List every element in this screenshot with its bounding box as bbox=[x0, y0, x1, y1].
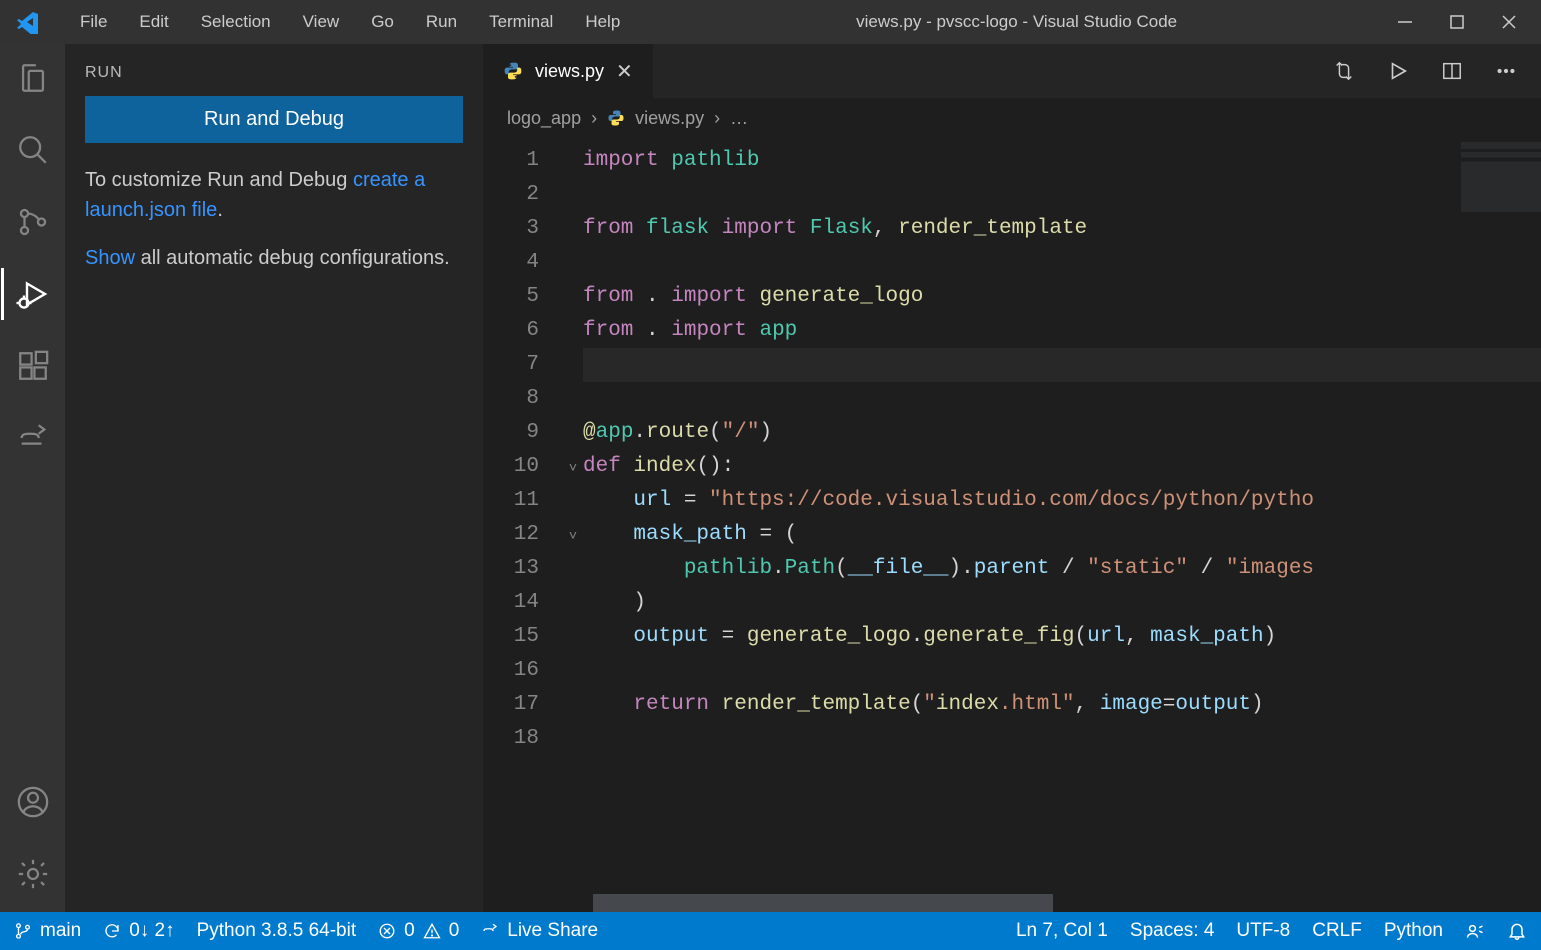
live-share-icon bbox=[481, 922, 499, 940]
status-sync-label: 0↓ 2↑ bbox=[129, 920, 174, 942]
line-numbers: 123456789101112131415161718 bbox=[483, 138, 563, 894]
menu-edit[interactable]: Edit bbox=[123, 8, 184, 36]
status-branch[interactable]: main bbox=[14, 920, 81, 942]
show-suffix: all automatic debug configurations. bbox=[135, 247, 450, 269]
branch-icon bbox=[14, 922, 32, 940]
menu-help[interactable]: Help bbox=[569, 8, 636, 36]
breadcrumb-separator-icon: › bbox=[714, 108, 720, 129]
activity-accounts[interactable] bbox=[13, 782, 53, 822]
breadcrumb-file[interactable]: views.py bbox=[635, 108, 704, 129]
warning-icon bbox=[423, 922, 441, 940]
editor-area: views.py ✕ logo_app › views.py › … 12345… bbox=[483, 44, 1541, 912]
status-indentation[interactable]: Spaces: 4 bbox=[1130, 920, 1215, 942]
split-editor-icon[interactable] bbox=[1441, 60, 1463, 82]
fold-gutter[interactable]: ˅˅ bbox=[563, 138, 583, 894]
breadcrumbs[interactable]: logo_app › views.py › … bbox=[483, 98, 1541, 138]
status-branch-label: main bbox=[40, 920, 81, 942]
status-cursor-position[interactable]: Ln 7, Col 1 bbox=[1016, 920, 1108, 942]
status-notifications[interactable] bbox=[1507, 921, 1527, 941]
horizontal-scrollbar[interactable] bbox=[483, 894, 1541, 912]
close-icon[interactable] bbox=[1501, 14, 1517, 30]
activity-source-control[interactable] bbox=[13, 202, 53, 242]
bell-icon bbox=[1507, 921, 1527, 941]
menu-terminal[interactable]: Terminal bbox=[473, 8, 569, 36]
activity-search[interactable] bbox=[13, 130, 53, 170]
show-config-text: Show all automatic debug configurations. bbox=[85, 243, 463, 273]
menu-file[interactable]: File bbox=[64, 8, 123, 36]
code-editor[interactable]: 123456789101112131415161718 ˅˅ import pa… bbox=[483, 138, 1541, 894]
show-configs-link[interactable]: Show bbox=[85, 247, 135, 269]
status-feedback[interactable] bbox=[1465, 921, 1485, 941]
breadcrumb-separator-icon: › bbox=[591, 108, 597, 129]
activity-bar bbox=[0, 44, 65, 912]
customize-text: To customize Run and Debug create a laun… bbox=[85, 165, 463, 225]
status-bar: main 0↓ 2↑ Python 3.8.5 64-bit 0 0 Live … bbox=[0, 912, 1541, 950]
tab-views-py[interactable]: views.py ✕ bbox=[483, 44, 654, 98]
breadcrumb-folder[interactable]: logo_app bbox=[507, 108, 581, 129]
sidebar-title: RUN bbox=[65, 44, 483, 96]
activity-run-debug[interactable] bbox=[13, 274, 53, 314]
run-sidebar: RUN Run and Debug To customize Run and D… bbox=[65, 44, 483, 912]
customize-prefix: To customize Run and Debug bbox=[85, 169, 353, 191]
tab-close-icon[interactable]: ✕ bbox=[616, 59, 633, 84]
status-sync[interactable]: 0↓ 2↑ bbox=[103, 920, 174, 942]
menu-selection[interactable]: Selection bbox=[185, 8, 287, 36]
status-eol[interactable]: CRLF bbox=[1312, 920, 1362, 942]
menu-view[interactable]: View bbox=[287, 8, 356, 36]
menu-go[interactable]: Go bbox=[355, 8, 410, 36]
tab-bar: views.py ✕ bbox=[483, 44, 1541, 98]
window-controls bbox=[1397, 14, 1517, 30]
status-python-version[interactable]: Python 3.8.5 64-bit bbox=[197, 920, 357, 942]
activity-extensions[interactable] bbox=[13, 346, 53, 386]
menu-run[interactable]: Run bbox=[410, 8, 473, 36]
more-actions-icon[interactable] bbox=[1495, 60, 1517, 82]
breadcrumb-ellipsis[interactable]: … bbox=[730, 108, 748, 129]
python-file-icon bbox=[607, 109, 625, 127]
activity-settings[interactable] bbox=[13, 854, 53, 894]
status-live-share[interactable]: Live Share bbox=[481, 920, 598, 942]
main-area: RUN Run and Debug To customize Run and D… bbox=[0, 44, 1541, 912]
status-error-count: 0 bbox=[404, 920, 415, 942]
run-and-debug-button[interactable]: Run and Debug bbox=[85, 96, 463, 143]
compare-changes-icon[interactable] bbox=[1333, 60, 1355, 82]
maximize-icon[interactable] bbox=[1449, 14, 1465, 30]
window-title: views.py - pvscc-logo - Visual Studio Co… bbox=[636, 12, 1397, 32]
python-file-icon bbox=[503, 61, 523, 81]
activity-explorer[interactable] bbox=[13, 58, 53, 98]
sync-icon bbox=[103, 922, 121, 940]
editor-actions bbox=[654, 44, 1541, 98]
status-encoding[interactable]: UTF-8 bbox=[1236, 920, 1290, 942]
scrollbar-thumb[interactable] bbox=[593, 894, 1053, 912]
status-live-share-label: Live Share bbox=[507, 920, 598, 942]
status-warning-count: 0 bbox=[449, 920, 460, 942]
minimap[interactable] bbox=[1461, 142, 1541, 212]
error-icon bbox=[378, 922, 396, 940]
menu-bar: File Edit Selection View Go Run Terminal… bbox=[64, 8, 636, 36]
minimize-icon[interactable] bbox=[1397, 14, 1413, 30]
tab-label: views.py bbox=[535, 61, 604, 82]
run-file-icon[interactable] bbox=[1387, 60, 1409, 82]
customize-suffix: . bbox=[217, 199, 223, 221]
status-problems[interactable]: 0 0 bbox=[378, 920, 459, 942]
vscode-logo-icon bbox=[16, 10, 40, 34]
code-content[interactable]: import pathlib from flask import Flask, … bbox=[583, 138, 1541, 894]
feedback-icon bbox=[1465, 921, 1485, 941]
status-language[interactable]: Python bbox=[1384, 920, 1443, 942]
activity-share[interactable] bbox=[13, 418, 53, 458]
title-bar: File Edit Selection View Go Run Terminal… bbox=[0, 0, 1541, 44]
